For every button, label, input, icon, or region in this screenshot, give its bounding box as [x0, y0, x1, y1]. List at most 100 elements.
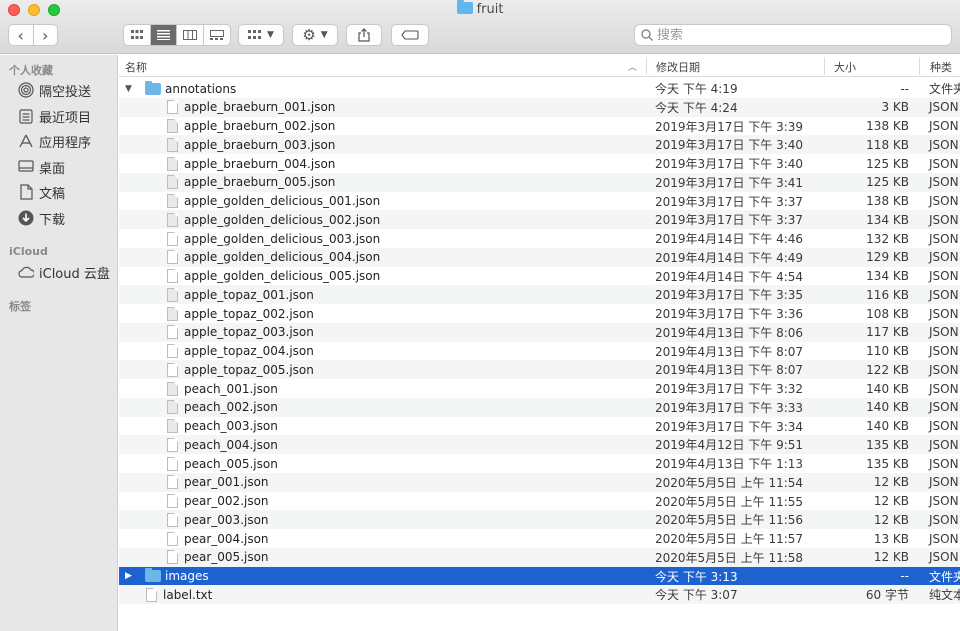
column-header-kind[interactable]: 种类 — [930, 59, 952, 75]
file-row[interactable]: pear_005.json 2020年5月5日 上午 11:58 12 KB JSON — [119, 547, 960, 567]
folder-icon — [145, 80, 161, 95]
modified-date: 2020年5月5日 上午 11:56 — [655, 513, 804, 528]
file-row[interactable]: pear_004.json 2020年5月5日 上午 11:57 13 KB JSON — [119, 529, 960, 548]
file-kind: JSON — [929, 325, 959, 340]
file-row[interactable]: apple_topaz_001.json 2019年3月17日 下午 3:35 11… — [119, 285, 960, 305]
file-row[interactable]: peach_005.json 2019年4月13日 下午 1:13 135 KB JS… — [119, 454, 960, 473]
file-row[interactable]: peach_003.json 2019年3月17日 下午 3:34 140 KB JS… — [119, 417, 960, 436]
column-header-date[interactable]: 修改日期 — [656, 59, 700, 75]
modified-date: 2019年3月17日 下午 3:34 — [655, 419, 804, 434]
folder-row[interactable]: ▶ images 今天 下午 3:13 -- 文件夹 — [119, 566, 960, 586]
modified-date: 今天 下午 4:24 — [655, 100, 738, 115]
sidebar-item-downloads[interactable]: 下载 — [0, 207, 118, 229]
file-row[interactable]: apple_topaz_004.json 2019年4月13日 下午 8:07 11… — [119, 342, 960, 361]
file-row[interactable]: apple_golden_delicious_004.json 2019年4月14… — [119, 247, 960, 267]
sidebar-item-icloud-drive[interactable]: iCloud 云盘 — [0, 261, 118, 283]
file-row[interactable]: apple_braeburn_004.json 2019年3月17日 下午 3:4… — [119, 154, 960, 173]
file-row[interactable]: apple_braeburn_002.json 2019年3月17日 下午 3:3… — [119, 117, 960, 136]
column-header-size[interactable]: 大小 — [834, 59, 856, 75]
file-size: 138 KB — [866, 194, 909, 208]
file-size: 116 KB — [866, 287, 909, 302]
file-row[interactable]: apple_topaz_005.json 2019年4月13日 下午 8:07 12… — [119, 360, 960, 380]
file-kind: JSON — [929, 456, 959, 471]
search-input[interactable] — [657, 27, 937, 43]
tags-button[interactable] — [391, 24, 429, 46]
document-icon — [167, 381, 178, 396]
sidebar-item-airdrop[interactable]: 隔空投送 — [0, 79, 118, 101]
modified-date: 今天 下午 3:13 — [655, 569, 738, 584]
document-icon — [167, 512, 178, 527]
file-row[interactable]: label.txt 今天 下午 3:07 60 字节 纯文本 — [119, 585, 960, 605]
file-name: pear_001.json — [184, 475, 269, 490]
column-header-name[interactable]: 名称 — [125, 59, 147, 75]
icon-view-button[interactable] — [124, 25, 151, 45]
file-row[interactable]: pear_002.json 2020年5月5日 上午 11:55 12 KB JSON — [119, 492, 960, 511]
name-cell: ▶ images — [125, 568, 209, 583]
chevron-right-icon: › — [42, 25, 49, 45]
file-size: 108 KB — [866, 306, 909, 321]
file-row[interactable]: apple_topaz_003.json 2019年4月13日 下午 8:06 11… — [119, 322, 960, 342]
sidebar-item-documents[interactable]: 文稿 — [0, 181, 118, 203]
file-kind: JSON — [929, 512, 959, 527]
share-button[interactable] — [346, 24, 382, 46]
column-header: 名称 ︿ 修改日期 大小 种类 — [119, 55, 960, 77]
tag-icon — [401, 30, 419, 40]
back-button[interactable]: ‹ — [9, 25, 34, 45]
file-name: apple_golden_delicious_002.json — [184, 212, 381, 227]
sidebar-item-label: 下载 — [39, 212, 66, 228]
file-row[interactable]: apple_golden_delicious_002.json 2019年3月17… — [119, 210, 960, 230]
group-button[interactable]: ▼ — [238, 24, 284, 46]
file-row[interactable]: pear_001.json 2020年5月5日 上午 11:54 12 KB JSON — [119, 472, 960, 492]
modified-date: 2019年3月17日 下午 3:33 — [655, 400, 804, 415]
sidebar-heading-favorites: 个人收藏 — [9, 64, 53, 77]
file-size: -- — [900, 81, 909, 96]
file-row[interactable]: peach_001.json 2019年3月17日 下午 3:32 140 KB JS… — [119, 379, 960, 398]
column-view-button[interactable] — [177, 25, 204, 45]
file-row[interactable]: apple_golden_delicious_003.json 2019年4月14… — [119, 229, 960, 248]
file-row[interactable]: apple_golden_delicious_001.json 2019年3月17… — [119, 192, 960, 211]
folder-row[interactable]: ▼ annotations 今天 下午 4:19 -- 文件夹 — [119, 79, 960, 98]
file-name: apple_golden_delicious_005.json — [184, 269, 381, 283]
forward-button[interactable]: › — [34, 25, 58, 45]
document-icon — [167, 287, 178, 302]
file-kind: JSON — [929, 100, 959, 115]
file-row[interactable]: apple_braeburn_001.json 今天 下午 4:24 3 KB JSO… — [119, 97, 960, 117]
file-row[interactable]: peach_004.json 2019年4月12日 下午 9:51 135 KB JS… — [119, 435, 960, 455]
file-name: apple_topaz_004.json — [184, 344, 314, 358]
name-cell: pear_005.json — [167, 550, 269, 565]
name-cell: apple_braeburn_002.json — [167, 119, 335, 133]
share-icon — [358, 28, 370, 42]
file-list: 名称 ︿ 修改日期 大小 种类 ▼ annotations 今天 下午 4:19 --… — [119, 55, 960, 631]
window-titlebar: fruit ‹ › ▼ ⚙ ▼ — [0, 0, 960, 54]
file-row[interactable]: apple_braeburn_005.json 2019年3月17日 下午 3:4… — [119, 172, 960, 192]
file-size: 12 KB — [873, 550, 909, 565]
file-row[interactable]: pear_003.json 2020年5月5日 上午 11:56 12 KB JSON — [119, 510, 960, 530]
list-view-button[interactable] — [150, 25, 178, 45]
file-size: 134 KB — [866, 269, 909, 283]
gallery-view-button[interactable] — [204, 25, 230, 45]
file-name: apple_topaz_005.json — [184, 362, 314, 377]
file-row[interactable]: peach_002.json 2019年3月17日 下午 3:33 140 KB JS… — [119, 397, 960, 417]
group-grid-icon — [248, 30, 262, 39]
sidebar-item-applications[interactable]: 应用程序 — [0, 130, 118, 152]
sidebar-item-label: 桌面 — [39, 161, 66, 177]
file-row[interactable]: apple_golden_delicious_005.json 2019年4月14… — [119, 267, 960, 286]
name-cell: apple_golden_delicious_001.json — [167, 194, 380, 208]
search-field[interactable] — [634, 24, 952, 46]
disclosure-expanded-icon[interactable]: ▼ — [125, 84, 135, 94]
modified-date: 今天 下午 4:19 — [655, 82, 738, 96]
sidebar-heading-icloud: iCloud — [9, 245, 48, 258]
sidebar-item-desktop[interactable]: 桌面 — [0, 156, 118, 178]
file-row[interactable]: apple_braeburn_003.json 2019年3月17日 下午 3:4… — [119, 135, 960, 155]
disclosure-collapsed-icon[interactable]: ▶ — [125, 571, 135, 581]
sidebar-heading-tags: 标签 — [9, 300, 31, 313]
modified-date: 2020年5月5日 上午 11:54 — [655, 475, 804, 490]
file-row[interactable]: apple_topaz_002.json 2019年3月17日 下午 3:36 10… — [119, 304, 960, 323]
sidebar-item-recents[interactable]: 最近项目 — [0, 105, 118, 127]
document-icon — [167, 100, 178, 115]
modified-date: 2020年5月5日 上午 11:57 — [655, 532, 804, 546]
document-icon — [167, 362, 178, 377]
action-menu-button[interactable]: ⚙ ▼ — [292, 24, 338, 46]
modified-date: 2019年4月13日 下午 8:07 — [655, 363, 804, 378]
modified-date: 2020年5月5日 上午 11:55 — [655, 494, 804, 509]
